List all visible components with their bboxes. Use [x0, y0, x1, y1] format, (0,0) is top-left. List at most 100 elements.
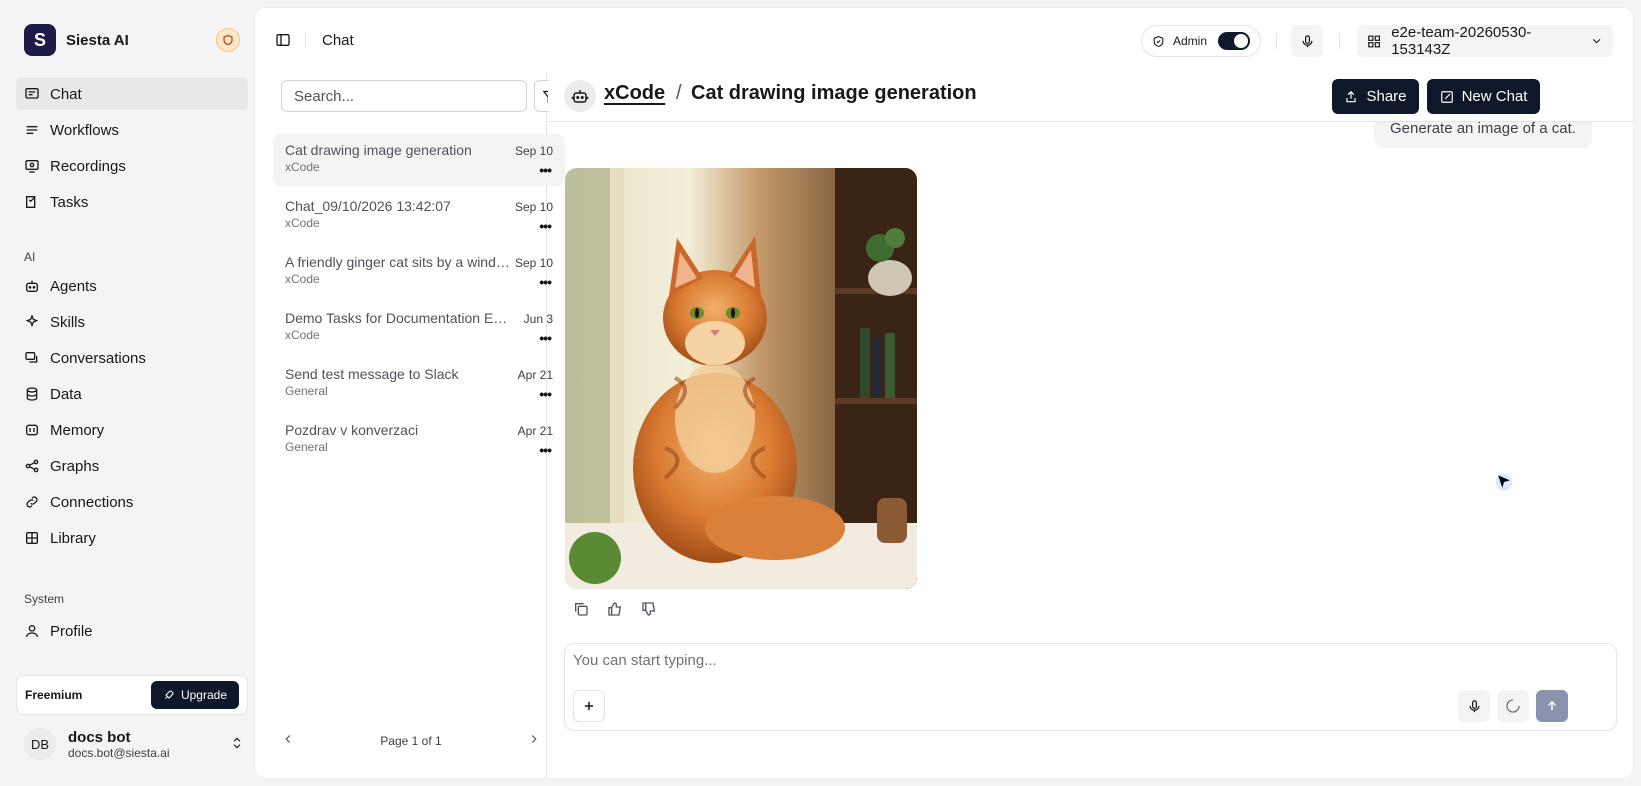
sidebar-item-label: Graphs [50, 457, 100, 475]
chevron-down-icon [1592, 38, 1601, 44]
message-actions [573, 601, 657, 617]
bot-icon [571, 90, 589, 103]
sidebar-item-conversations[interactable]: Conversations [16, 342, 248, 374]
edit-icon [1440, 90, 1453, 103]
sidebar-item-label: Conversations [50, 349, 146, 367]
plan-box: Freemium Upgrade [16, 675, 248, 715]
sidebar-toggle-icon[interactable] [275, 32, 291, 48]
user-menu[interactable]: DB docs bot docs.bot@siesta.ai [24, 728, 244, 760]
plus-icon [584, 701, 594, 711]
sidebar-item-agents[interactable]: Agents [16, 270, 248, 302]
team-selector[interactable]: e2e-team-20260530-153143Z [1357, 24, 1613, 58]
dictate-button[interactable] [1458, 690, 1490, 722]
loading-button[interactable] [1497, 690, 1529, 722]
chat-date: Apr 21 [517, 424, 553, 438]
admin-switch[interactable] [1218, 32, 1250, 50]
list-item[interactable]: Send test message to Slack General Apr 2… [273, 358, 565, 410]
sidebar-item-label: Library [50, 529, 96, 547]
brand[interactable]: S Siesta AI [24, 24, 129, 56]
nav-main: Chat Workflows Recordings Tasks [16, 78, 248, 222]
list-item[interactable]: Cat drawing image generation xCode Sep 1… [273, 134, 565, 186]
sidebar-item-profile[interactable]: Profile [16, 615, 248, 647]
thumbs-up-icon[interactable] [607, 601, 623, 617]
chat-date: Sep 10 [514, 200, 553, 214]
list-item[interactable]: Pozdrav v konverzaci General Apr 21 ••• [273, 414, 565, 466]
share-icon [1346, 90, 1357, 102]
chat-title: Pozdrav v konverzaci [285, 422, 419, 438]
nav-section-ai: AI [24, 250, 36, 264]
bot-icon [26, 280, 38, 292]
sidebar-item-connections[interactable]: Connections [16, 486, 248, 518]
conversation-header: xCode / Cat drawing image generation Sha… [548, 72, 1633, 122]
grid-icon [26, 532, 38, 544]
sidebar-item-skills[interactable]: Skills [16, 306, 248, 338]
chat-title: Chat_09/10/2026 13:42:07 [285, 198, 451, 214]
message-composer [564, 643, 1617, 731]
sidebar-item-data[interactable]: Data [16, 378, 248, 410]
chevron-right-icon[interactable] [527, 732, 541, 749]
sidebar-item-chat[interactable]: Chat [16, 78, 248, 110]
admin-toggle[interactable]: Admin [1141, 25, 1261, 57]
chevron-left-icon[interactable] [281, 732, 295, 749]
chat-date: Sep 10 [514, 256, 553, 270]
more-horizontal-icon[interactable]: ••• [539, 274, 552, 290]
message-input[interactable] [573, 652, 1473, 680]
sidebar-item-graphs[interactable]: Graphs [16, 450, 248, 482]
chat-title: Demo Tasks for Documentation Example [285, 310, 510, 326]
chat-date: Jun 3 [523, 312, 553, 326]
page-indicator: Page 1 of 1 [380, 733, 442, 748]
sidebar-item-library[interactable]: Library [16, 522, 248, 554]
brain-icon [26, 424, 38, 436]
shield-check-icon [1153, 35, 1164, 47]
chat-title: Cat drawing image generation [285, 142, 472, 158]
thumbs-down-icon[interactable] [641, 601, 657, 617]
more-horizontal-icon[interactable]: ••• [539, 442, 552, 458]
user-name: docs bot [68, 728, 131, 746]
more-horizontal-icon[interactable]: ••• [539, 330, 552, 346]
list-item[interactable]: Chat_09/10/2026 13:42:07 xCode Sep 10 ••… [273, 190, 565, 242]
new-chat-button[interactable]: New Chat [1427, 79, 1540, 114]
list-item[interactable]: A friendly ginger cat sits by a window x… [273, 246, 565, 298]
sparkles-icon [25, 314, 39, 328]
brand-name: Siesta AI [66, 31, 129, 49]
topbar-divider [1276, 33, 1277, 49]
mouse-cursor-icon [1495, 473, 1513, 491]
user-icon [26, 625, 38, 638]
breadcrumb-separator: / [676, 82, 682, 104]
share-button[interactable]: Share [1332, 79, 1419, 114]
sidebar-item-tasks[interactable]: Tasks [16, 186, 248, 218]
nav-section-system: System [24, 592, 65, 606]
sidebar-item-recordings[interactable]: Recordings [16, 150, 248, 182]
agent-avatar [564, 80, 596, 112]
chat-agent: xCode [285, 328, 320, 342]
arrow-up-icon [1547, 700, 1557, 711]
upgrade-label: Upgrade [180, 688, 227, 702]
plan-label: Freemium [25, 688, 83, 702]
new-chat-label: New Chat [1461, 88, 1528, 105]
attach-button[interactable] [573, 690, 605, 722]
chat-title: A friendly ginger cat sits by a window [285, 254, 510, 270]
voice-button[interactable] [1291, 25, 1323, 57]
agent-link[interactable]: xCode [604, 82, 665, 105]
share-label: Share [1366, 88, 1407, 105]
more-horizontal-icon[interactable]: ••• [539, 218, 552, 234]
list-item[interactable]: Demo Tasks for Documentation Example xCo… [273, 302, 565, 354]
sidebar-item-label: Profile [50, 622, 93, 640]
search-input[interactable] [281, 80, 527, 112]
main-panel: Chat Admin e2e-team-20260530-153143Z Cat… [255, 8, 1633, 778]
more-horizontal-icon[interactable]: ••• [539, 162, 552, 178]
sidebar-item-memory[interactable]: Memory [16, 414, 248, 446]
sidebar: S Siesta AI Chat Workflows Recordings Ta… [0, 0, 255, 786]
more-horizontal-icon[interactable]: ••• [539, 386, 552, 402]
upgrade-button[interactable]: Upgrade [150, 681, 239, 709]
conversation-title: Cat drawing image generation [691, 82, 977, 104]
copy-icon[interactable] [573, 601, 589, 617]
brand-logo: S [24, 24, 56, 56]
messages-icon [25, 352, 38, 363]
generated-cat-image[interactable] [565, 168, 917, 589]
chat-date: Sep 10 [514, 144, 553, 158]
screen-record-icon [25, 160, 39, 173]
send-button[interactable] [1536, 690, 1568, 722]
shield-badge-icon[interactable] [216, 28, 240, 52]
sidebar-item-workflows[interactable]: Workflows [16, 114, 248, 146]
